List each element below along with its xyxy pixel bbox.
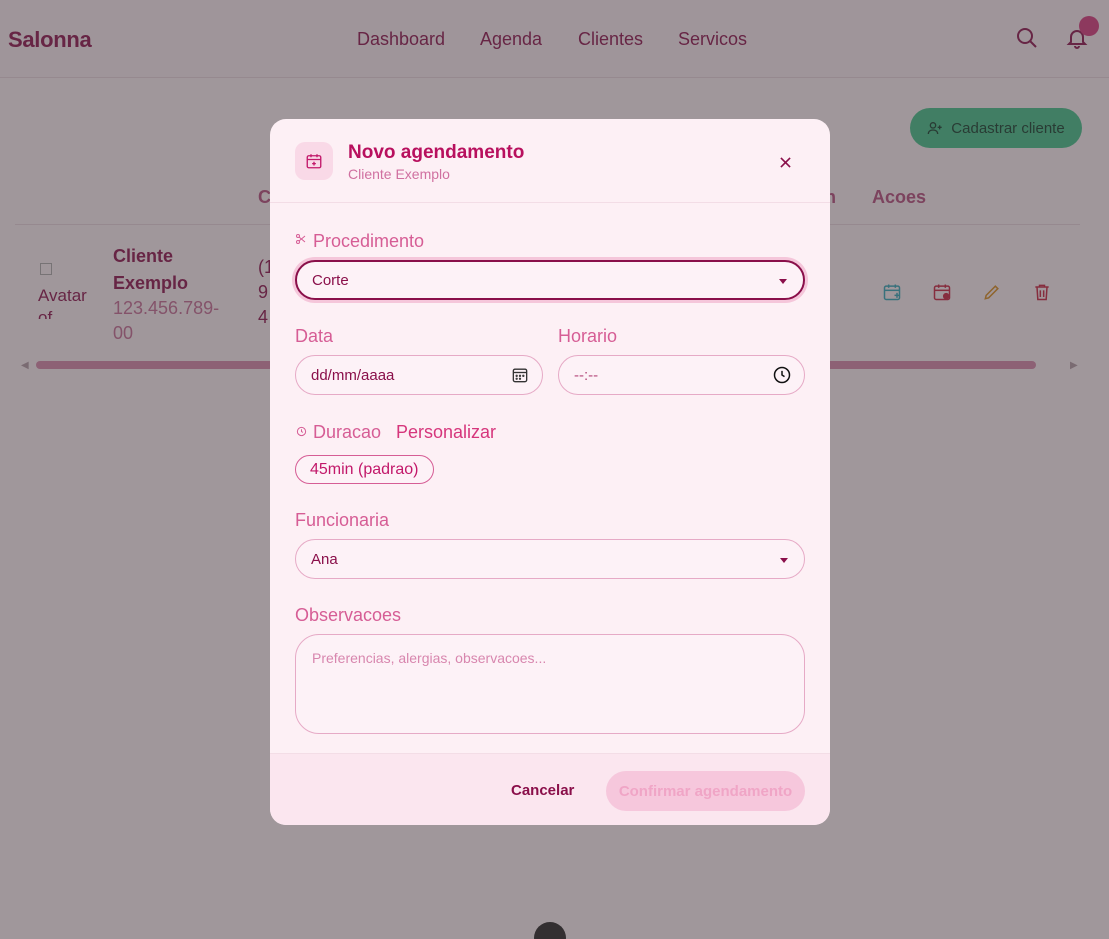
staff-select[interactable]: Ana bbox=[295, 539, 805, 579]
duration-label: Duracao bbox=[313, 422, 382, 442]
staff-label: Funcionaria bbox=[295, 510, 390, 530]
notes-textarea[interactable]: Preferencias, alergias, observacoes... bbox=[295, 634, 805, 734]
cancel-button[interactable]: Cancelar bbox=[511, 782, 574, 799]
duration-clock-icon bbox=[296, 426, 307, 437]
modal-title: Novo agendamento bbox=[348, 142, 525, 163]
procedure-select[interactable]: Corte bbox=[295, 260, 805, 300]
time-input[interactable]: --:-- bbox=[558, 355, 805, 395]
new-appointment-modal: Novo agendamento Cliente Exemplo Procedi… bbox=[270, 119, 830, 825]
clock-icon[interactable] bbox=[772, 365, 792, 385]
calendar-plus-icon bbox=[295, 142, 333, 180]
staff-value: Ana bbox=[311, 550, 338, 568]
procedure-value: Corte bbox=[312, 271, 349, 289]
modal-footer: Cancelar Confirmar agendamento bbox=[270, 753, 830, 825]
close-icon bbox=[779, 156, 791, 168]
time-label: Horario bbox=[558, 326, 618, 346]
close-button[interactable] bbox=[775, 152, 795, 172]
time-placeholder: --:-- bbox=[574, 366, 599, 384]
modal-header: Novo agendamento Cliente Exemplo bbox=[270, 119, 830, 203]
confirm-appointment-button[interactable]: Confirmar agendamento bbox=[606, 771, 805, 811]
date-label: Data bbox=[295, 326, 334, 346]
date-input[interactable]: dd/mm/aaaa bbox=[295, 355, 543, 395]
scissors-icon bbox=[296, 234, 306, 244]
modal-subtitle: Cliente Exemplo bbox=[348, 166, 450, 182]
procedure-label: Procedimento bbox=[313, 231, 425, 251]
notes-label: Observacoes bbox=[295, 605, 402, 625]
notes-placeholder: Preferencias, alergias, observacoes... bbox=[312, 650, 547, 666]
calendar-icon[interactable] bbox=[510, 365, 530, 385]
customize-duration-link[interactable]: Personalizar bbox=[396, 422, 496, 443]
chevron-down-icon bbox=[780, 558, 788, 563]
date-placeholder: dd/mm/aaaa bbox=[311, 366, 395, 384]
chevron-down-icon bbox=[779, 279, 787, 284]
duration-chip[interactable]: 45min (padrao) bbox=[295, 455, 434, 484]
